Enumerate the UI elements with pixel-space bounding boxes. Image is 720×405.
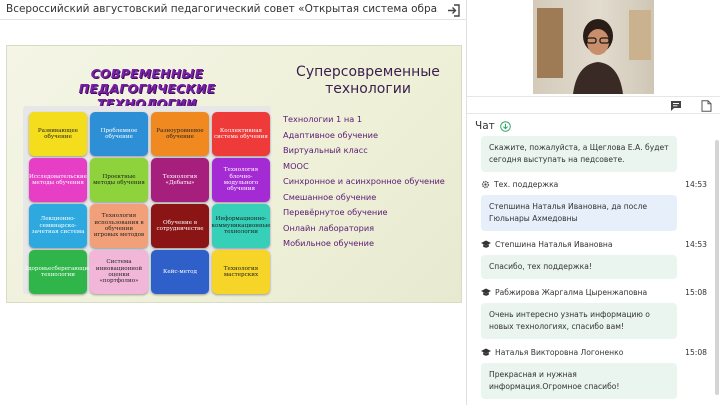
tab-chat[interactable] [668,98,684,114]
graduation-cap-icon [481,348,491,356]
puzzle-piece: Технология «Дебаты» [151,158,209,202]
technology-puzzle: Развивающее обучение Проблемное обучение Р… [23,106,271,294]
chat-messages[interactable]: Скажите, пожалуйста, а Щеглова Е.А. буде… [467,136,720,399]
tab-files[interactable] [698,98,714,114]
list-item: Смешанное обучение [283,191,377,202]
puzzle-piece-label: Проектные методы обучения [93,173,145,186]
window-title-bar: Всероссийский августовский педагогически… [0,0,466,20]
chat-title: Чат [475,120,495,132]
puzzle-piece-label: Обучение в сотрудничестве [156,219,204,232]
puzzle-piece: Лекционно-семинарско-зачетная система [29,204,87,248]
puzzle-piece-label: Здоровьесберегающие технологии [24,265,92,278]
puzzle-piece-label: Разноуровневое обучение [156,127,204,140]
list-item: Онлайн лаборатория [283,222,375,233]
message-author: Наталья Викторовна Логоненко [495,348,624,357]
document-icon [701,100,711,112]
chat-message: Скажите, пожалуйста, а Щеглова Е.А. буде… [481,136,713,172]
puzzle-piece: Здоровьесберегающие технологии [25,250,91,294]
message-text: Скажите, пожалуйста, а Щеглова Е.А. буде… [481,136,677,172]
message-meta: Наталья Викторовна Логоненко 15:08 [481,346,713,359]
exit-icon [447,3,460,17]
puzzle-piece-label: Информационно-коммуникационные технологи… [211,216,271,236]
graduation-cap-icon [481,240,491,248]
message-text: Степшина Наталья Ивановна, да после Гюль… [481,195,677,231]
puzzle-piece-label: Проблемное обучение [100,127,138,140]
arrow-down-circle-icon[interactable] [499,120,511,132]
puzzle-piece: Разноуровневое обучение [151,112,209,156]
puzzle-piece-label: Система инновационной оценки «портфолио» [95,259,143,285]
puzzle-piece: Проблемное обучение [90,112,148,156]
message-text: Спасибо, тех поддержка! [481,255,677,279]
message-author: Рабжирова Жаргалма Цыренжаповна [495,288,648,297]
side-panel: Чат Скажите, пожалуйста, а Щеглова Е.А. … [466,0,720,405]
chat-scrollbar-thumb[interactable] [715,140,719,395]
puzzle-piece: Развивающее обучение [29,112,87,156]
puzzle-piece-label: Развивающее обучение [37,127,79,140]
list-item: Мобильное обучение [283,238,374,248]
puzzle-piece: Информационно-коммуникационные технологи… [211,204,271,248]
speaker-video[interactable] [533,0,654,94]
slide-title-line-1: Суперсовременные [296,64,440,80]
puzzle-piece-label: Лекционно-семинарско-зачетная система [31,216,85,236]
puzzle-piece-label: Технология «Дебаты» [162,173,198,186]
message-meta: Степшина Наталья Ивановна 14:53 [481,238,713,251]
puzzle-piece: Проектные методы обучения [90,158,148,202]
list-item: Адаптивное обучение [283,129,379,140]
slide-title-line-2: технологии [325,81,411,97]
message-meta: Тех. поддержка 14:53 [481,178,713,191]
message-time: 14:53 [685,180,707,189]
chat-scrollbar[interactable] [715,136,719,399]
window-title: Всероссийский августовский педагогически… [6,3,438,15]
puzzle-piece: Исследовательские методы обучения [29,158,87,202]
puzzle-piece: Технология использования в обучении игро… [90,204,148,248]
message-text: Прекрасная и нужная информация.Огромное … [481,363,677,399]
puzzle-piece-label: Технология мастерских [223,265,259,278]
message-author: Степшина Наталья Ивановна [495,240,613,249]
message-time: 15:08 [685,348,707,357]
message-text: Очень интересно узнать информацию о новы… [481,303,677,339]
puzzle-piece: Коллективная система обучения [212,112,270,156]
technology-list: Технологии 1 на 1 Адаптивное обучение Ви… [283,112,461,252]
message-time: 15:08 [685,288,707,297]
puzzle-piece-label: Кейс-метод [163,268,197,275]
puzzle-piece-label: Технология использования в обучении игро… [93,213,145,239]
puzzle-piece: Кейс-метод [151,250,209,294]
exit-button[interactable] [444,1,462,19]
video-stage: СОВРЕМЕННЫЕ ПЕДАГОГИЧЕСКИЕ ТЕХНОЛОГИИ Ра… [0,21,466,405]
chat-message: Наталья Викторовна Логоненко 15:08 Прекр… [481,346,713,399]
presentation-slide: СОВРЕМЕННЫЕ ПЕДАГОГИЧЕСКИЕ ТЕХНОЛОГИИ Ра… [6,45,462,303]
panel-tabs [467,96,720,114]
chat-message: Степшина Наталья Ивановна 14:53 Спасибо,… [481,238,713,279]
puzzle-piece-label: Технология блочно-модульного обучения [223,167,259,193]
list-item: Технологии 1 на 1 [283,114,363,124]
banner-line-1: СОВРЕМЕННЫЕ ПЕДАГОГИЧЕСКИЕ [78,66,216,96]
slide-banner: СОВРЕМЕННЫЕ ПЕДАГОГИЧЕСКИЕ ТЕХНОЛОГИИ [29,66,265,111]
list-item: МООС [283,160,309,171]
chat-header: Чат [475,120,511,132]
chat-message: Тех. поддержка 14:53 Степшина Наталья Ив… [481,178,713,231]
puzzle-piece-label: Исследовательские методы обучения [29,173,87,186]
puzzle-piece: Обучение в сотрудничестве [151,204,209,248]
message-author: Тех. поддержка [494,180,559,189]
puzzle-piece: Технология блочно-модульного обучения [212,158,270,202]
puzzle-piece: Система инновационной оценки «портфолио» [90,250,148,294]
speaker-figure [573,19,623,94]
puzzle-piece-label: Коллективная система обучения [214,127,268,140]
list-item: Виртуальный класс [283,145,368,155]
chat-bubble-icon [671,101,681,111]
list-item: Синхронное и асинхронное обучение [283,176,445,186]
puzzle-piece: Технология мастерских [212,250,270,294]
message-meta: Рабжирова Жаргалма Цыренжаповна 15:08 [481,286,713,299]
chat-message: Рабжирова Жаргалма Цыренжаповна 15:08 Оч… [481,286,713,339]
message-time: 14:53 [685,240,707,249]
list-item: Перевёрнутое обучение [283,207,388,217]
graduation-cap-icon [481,288,491,296]
slide-title: Суперсовременные технологии [277,64,459,98]
gear-icon [481,180,490,189]
